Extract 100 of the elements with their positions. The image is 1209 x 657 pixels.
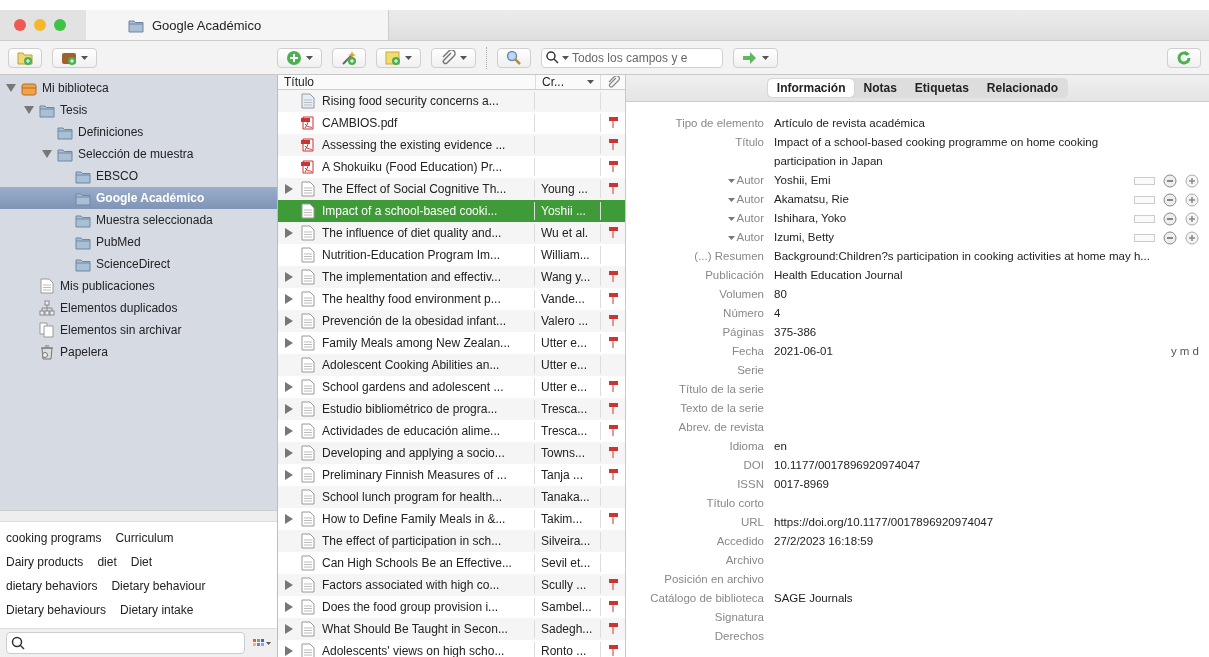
mode-toggle-icon[interactable]: [1134, 214, 1155, 223]
tag-filter-field[interactable]: [6, 632, 245, 654]
item-row[interactable]: Does the food group provision i... Sambel...: [278, 596, 625, 618]
item-row[interactable]: Actividades de educación alime... Tresca...: [278, 420, 625, 442]
collection-item[interactable]: Elementos sin archivar: [0, 319, 277, 341]
collapsed-triangle-icon[interactable]: [284, 404, 294, 414]
item-row[interactable]: The healthy food environment p... Vande...: [278, 288, 625, 310]
collection-item[interactable]: Definiciones: [0, 121, 277, 143]
tag[interactable]: Dietary behaviour: [111, 579, 206, 593]
field-value[interactable]: Artículo de revista académica: [774, 114, 1154, 133]
collapsed-triangle-icon[interactable]: [284, 602, 294, 612]
mode-toggle-icon[interactable]: [1134, 233, 1155, 242]
search-field[interactable]: Todos los campos y e: [541, 47, 723, 68]
close-button[interactable]: [14, 19, 26, 31]
pane-tab[interactable]: Etiquetas: [905, 79, 978, 97]
field-value[interactable]: SAGE Journals: [774, 589, 1154, 608]
locate-button[interactable]: [733, 47, 778, 68]
item-row[interactable]: Can High Schools Be an Effective... Sevil et...: [278, 552, 625, 574]
tag[interactable]: cooking programs: [6, 531, 102, 545]
caret-icon[interactable]: [727, 216, 735, 221]
add-by-identifier-button[interactable]: [332, 47, 366, 68]
field-value[interactable]: Yoshii, Emi: [774, 171, 1134, 190]
window-tab[interactable]: Google Académico: [86, 10, 389, 40]
collapsed-triangle-icon[interactable]: [284, 382, 294, 392]
minus-icon[interactable]: [1163, 230, 1177, 245]
tag[interactable]: Diet: [130, 555, 153, 569]
plus-icon[interactable]: [1185, 192, 1199, 207]
collapsed-triangle-icon[interactable]: [284, 646, 294, 656]
item-row[interactable]: The implementation and effectiv... Wang y...: [278, 266, 625, 288]
minus-icon[interactable]: [1163, 173, 1177, 188]
mode-toggle-icon[interactable]: [1134, 176, 1155, 185]
item-row[interactable]: Developing and applying a socio... Towns...: [278, 442, 625, 464]
plus-icon[interactable]: [1185, 211, 1199, 226]
collapsed-triangle-icon[interactable]: [284, 580, 294, 590]
collapsed-triangle-icon[interactable]: [284, 272, 294, 282]
item-row[interactable]: The effect of participation in sch... Silveira...: [278, 530, 625, 552]
collection-item[interactable]: Tesis: [0, 99, 277, 121]
item-row[interactable]: School gardens and adolescent ... Utter e...: [278, 376, 625, 398]
field-value[interactable]: 375-386: [774, 323, 1154, 342]
collection-item[interactable]: Mi biblioteca: [0, 77, 277, 99]
item-row[interactable]: The influence of diet quality and... Wu et al.: [278, 222, 625, 244]
collapsed-triangle-icon[interactable]: [284, 338, 294, 348]
plus-icon[interactable]: [1185, 173, 1199, 188]
sync-button[interactable]: [1167, 47, 1201, 68]
field-label[interactable]: Autor: [736, 228, 764, 247]
expanded-triangle-icon[interactable]: [6, 83, 16, 93]
collection-item[interactable]: Papelera: [0, 341, 277, 363]
minus-icon[interactable]: [1163, 211, 1177, 226]
field-value[interactable]: Health Education Journal: [774, 266, 1154, 285]
collection-item[interactable]: PubMed: [0, 231, 277, 253]
tag[interactable]: Curriculum: [115, 531, 174, 545]
field-value[interactable]: Ishihara, Yoko: [774, 209, 1134, 228]
collapsed-triangle-icon[interactable]: [284, 624, 294, 634]
field-value[interactable]: Impact of a school-based cooking programme on home cooking participation in Japan: [774, 133, 1154, 171]
column-header[interactable]: Título: [278, 75, 536, 89]
expanded-triangle-icon[interactable]: [24, 105, 34, 115]
field-value[interactable]: Akamatsu, Rie: [774, 190, 1134, 209]
field-value[interactable]: Izumi, Betty: [774, 228, 1134, 247]
collection-item[interactable]: Selección de muestra: [0, 143, 277, 165]
caret-icon[interactable]: [727, 235, 735, 240]
field-value[interactable]: 2021-06-01: [774, 342, 1154, 361]
zoom-button[interactable]: [54, 19, 66, 31]
new-collection-button[interactable]: [8, 47, 42, 68]
pane-tab[interactable]: Información: [767, 79, 855, 97]
field-value[interactable]: 4: [774, 304, 1154, 323]
item-row[interactable]: CAMBIOS.pdf: [278, 112, 625, 134]
collapsed-triangle-icon[interactable]: [284, 426, 294, 436]
column-header[interactable]: Cr...: [536, 75, 601, 89]
collection-item[interactable]: Mis publicaciones: [0, 275, 277, 297]
pane-tab[interactable]: Notas: [854, 79, 906, 97]
collection-item[interactable]: EBSCO: [0, 165, 277, 187]
item-row[interactable]: Preliminary Finnish Measures of ... Tanja ...: [278, 464, 625, 486]
field-value[interactable]: 27/2/2023 16:18:59: [774, 532, 1154, 551]
field-value[interactable]: Background:Children?s participation in cooking activities at home may h...: [774, 247, 1154, 266]
collapsed-triangle-icon[interactable]: [284, 316, 294, 326]
item-row[interactable]: Adolescent Cooking Abilities an... Utter e...: [278, 354, 625, 376]
tag[interactable]: Dairy products: [6, 555, 84, 569]
tag-color-menu-icon[interactable]: [253, 637, 271, 649]
paperclip-button[interactable]: [431, 47, 476, 68]
field-value[interactable]: 80: [774, 285, 1154, 304]
field-value[interactable]: 0017-8969: [774, 475, 1154, 494]
item-row[interactable]: Impact of a school-based cooki... Yoshii ...: [278, 200, 625, 222]
field-label[interactable]: Autor: [736, 209, 764, 228]
tag[interactable]: dietary behaviors: [6, 579, 98, 593]
item-row[interactable]: What Should Be Taught in Secon... Sadegh...: [278, 618, 625, 640]
tag[interactable]: Dietary behaviours: [6, 603, 107, 617]
field-value[interactable]: https://doi.org/10.1177/0017896920974047: [774, 513, 1154, 532]
tag[interactable]: diet: [97, 555, 117, 569]
new-note-button[interactable]: [376, 47, 421, 68]
item-row[interactable]: A Shokuiku (Food Education) Pr...: [278, 156, 625, 178]
item-row[interactable]: Adolescents' views on high scho... Ronto ...: [278, 640, 625, 657]
mode-toggle-icon[interactable]: [1134, 195, 1155, 204]
pane-tab[interactable]: Relacionado: [977, 79, 1068, 97]
collection-item[interactable]: ScienceDirect: [0, 253, 277, 275]
collapsed-triangle-icon[interactable]: [284, 470, 294, 480]
collapsed-triangle-icon[interactable]: [284, 448, 294, 458]
expanded-triangle-icon[interactable]: [42, 149, 52, 159]
field-label[interactable]: Autor: [736, 171, 764, 190]
collection-item[interactable]: Elementos duplicados: [0, 297, 277, 319]
item-row[interactable]: The Effect of Social Cognitive Th... Young ...: [278, 178, 625, 200]
